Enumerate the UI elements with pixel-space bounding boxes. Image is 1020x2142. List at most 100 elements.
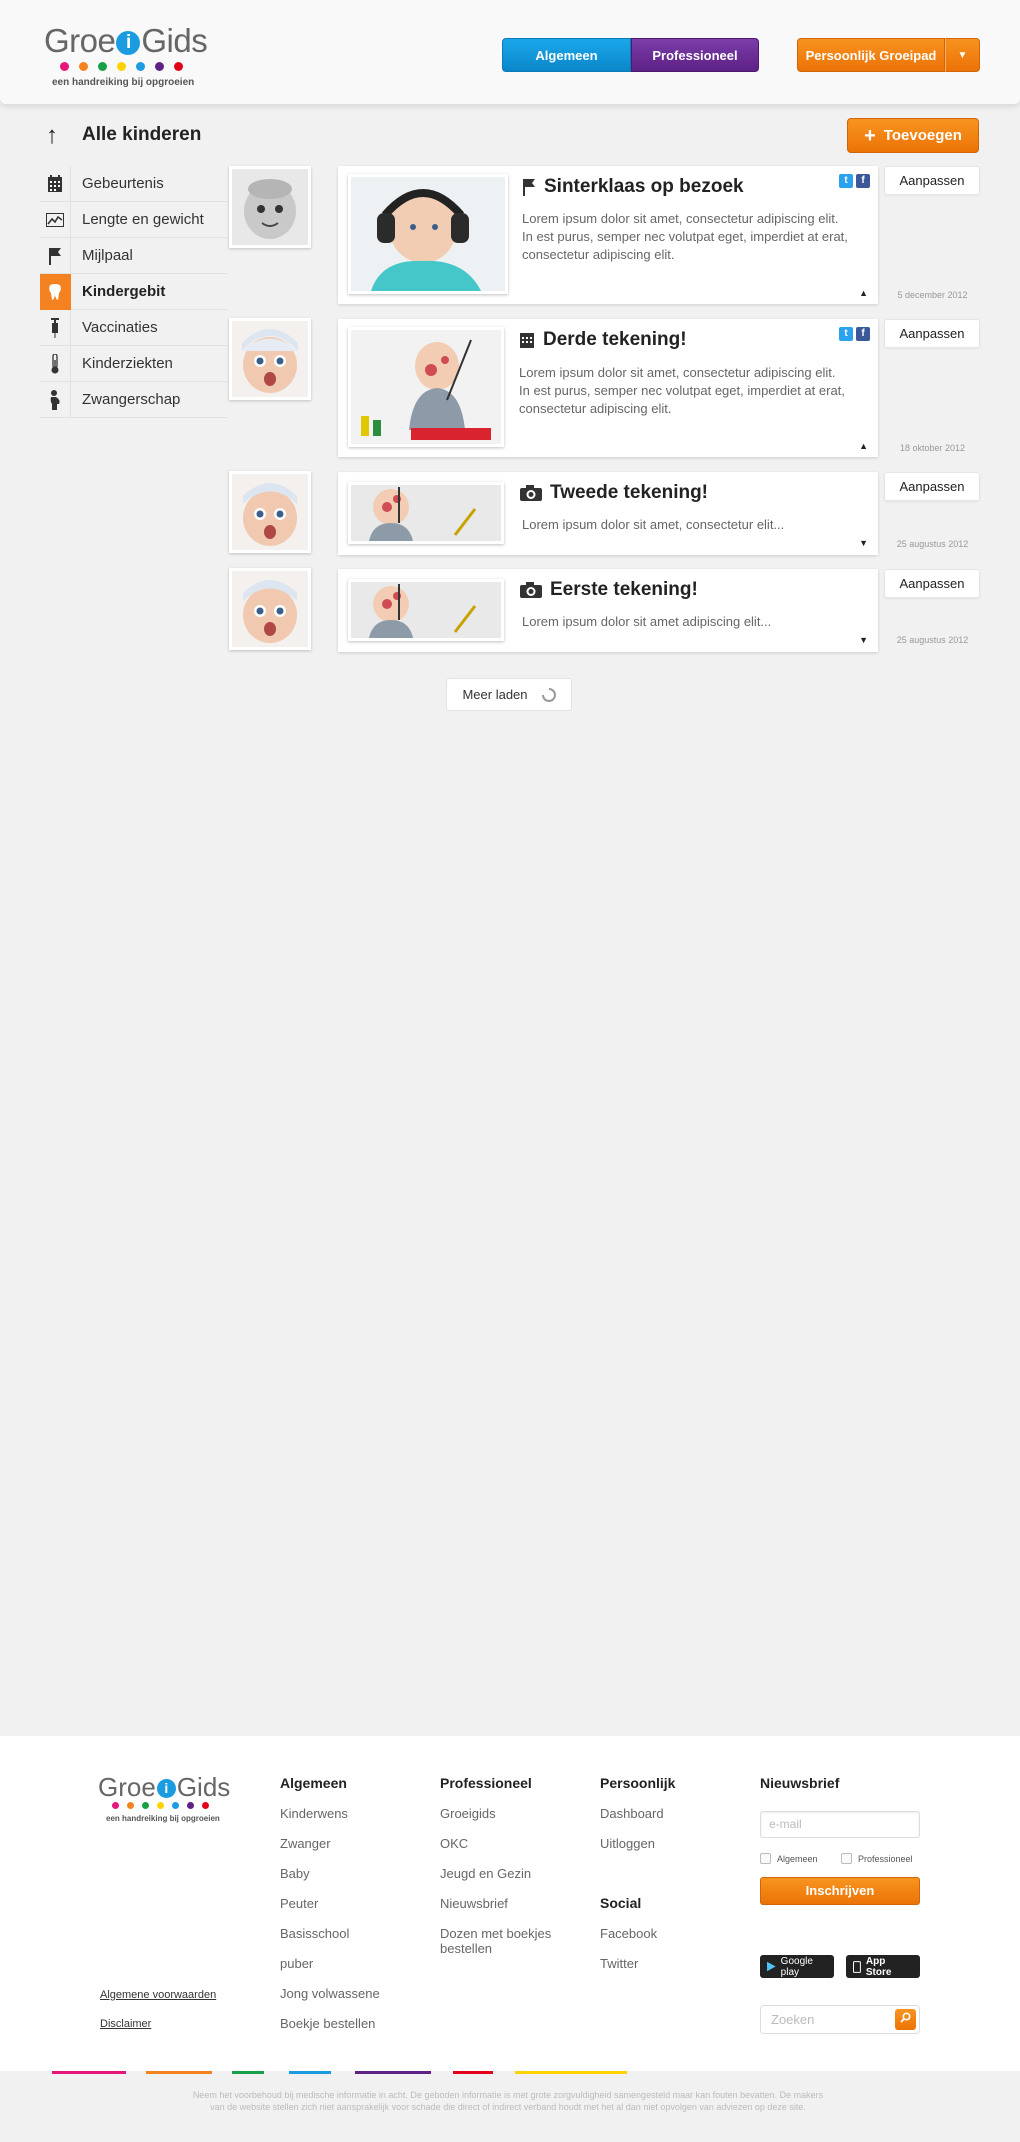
timeline-card[interactable]: Sinterklaas op bezoek t f Lorem ipsum do… [338,166,878,304]
photo-image [351,485,501,541]
edit-button[interactable]: Aanpassen [884,319,980,348]
footer-link[interactable]: Baby [280,1866,310,1881]
menu-item-kinderziekten[interactable]: Kinderziekten [40,345,228,382]
logo-dot [127,1802,134,1809]
card-description: Lorem ipsum dolor sit amet, consectetur … [522,517,785,532]
nav-algemeen-button[interactable]: Algemeen [502,38,631,72]
timeline-card[interactable]: Derde tekening! t f Lorem ipsum dolor si… [338,319,878,457]
terms-link[interactable]: Algemene voorwaarden [100,1989,216,2001]
logo-text-right: Gids [141,22,208,59]
footer-link[interactable]: Dozen met boekjes bestellen [440,1926,570,1956]
search-input[interactable]: Zoeken [771,2012,814,2027]
menu-item-vaccinaties[interactable]: Vaccinaties [40,309,228,346]
footer-link[interactable]: Nieuwsbrief [440,1896,508,1911]
timeline-card[interactable]: Tweede tekening! Lorem ipsum dolor sit a… [338,472,878,555]
edit-button[interactable]: Aanpassen [884,569,980,598]
footer-link[interactable]: Boekje bestellen [280,2016,375,2031]
load-more-button[interactable]: Meer laden [446,678,572,711]
expand-icon[interactable]: ▼ [859,635,868,645]
facebook-icon[interactable]: f [856,174,870,188]
child-avatar[interactable] [229,166,311,248]
disclaimer-link[interactable]: Disclaimer [100,2018,151,2030]
thermometer-icon [40,345,71,382]
subscribe-button[interactable]: Inschrijven [760,1877,920,1905]
footer-link[interactable]: OKC [440,1836,468,1851]
footer-link[interactable]: Kinderwens [280,1806,348,1821]
card-description: Lorem ipsum dolor sit amet, consectetur … [522,211,848,262]
child-photo [232,321,308,397]
footer-link[interactable]: Zwanger [280,1836,331,1851]
footer-link[interactable]: Jong volwassene [280,1986,380,2001]
entry-date: 25 augustus 2012 [896,635,969,645]
event-photo[interactable] [348,174,508,294]
logo[interactable]: Groe i Gids [44,22,208,60]
menu-item-label: Gebeurtenis [82,175,164,192]
checkbox-box[interactable] [760,1853,771,1864]
load-more-label: Meer laden [462,687,528,702]
expand-icon[interactable]: ▼ [859,538,868,548]
checkbox-algemeen[interactable]: Algemeen [760,1853,818,1864]
menu-item-zwangerschap[interactable]: Zwangerschap [40,381,228,418]
menu-item-kindergebit[interactable]: Kindergebit [40,273,228,310]
child-photo [232,169,308,245]
footer-link[interactable]: Facebook [600,1926,657,1941]
edit-button[interactable]: Aanpassen [884,472,980,501]
card-title-text: Eerste tekening! [550,579,698,600]
footer-link[interactable]: Dashboard [600,1806,664,1821]
menu-item-lengte-en-gewicht[interactable]: Lengte en gewicht [40,201,228,238]
footer-link[interactable]: Jeugd en Gezin [440,1866,531,1881]
calendar-icon [40,165,71,202]
share-buttons: t f [839,174,870,188]
footer-logo[interactable]: Groe i Gids [98,1772,230,1803]
event-photo[interactable] [348,482,504,544]
chart-icon [40,201,71,238]
footer-link[interactable]: Basisschool [280,1926,349,1941]
event-photo[interactable] [348,327,504,447]
email-field[interactable]: e-mail [760,1811,920,1838]
facebook-icon[interactable]: f [856,327,870,341]
footer-link[interactable]: Twitter [600,1956,638,1971]
checkbox-label: Professioneel [858,1853,913,1864]
app-store-badge[interactable]: App Store [846,1955,920,1978]
footer-link[interactable]: Peuter [280,1896,318,1911]
footer-link[interactable]: Groeigids [440,1806,496,1821]
logo-dot [172,1802,179,1809]
twitter-icon[interactable]: t [839,327,853,341]
menu-item-label: Kindergebit [82,283,166,300]
menu-item-label: Mijlpaal [82,247,133,264]
menu-item-gebeurtenis[interactable]: Gebeurtenis [40,165,228,202]
chevron-down-icon[interactable]: ▼ [945,38,980,72]
back-arrow-icon[interactable]: ↑ [46,122,58,150]
checkbox-professioneel[interactable]: Professioneel [841,1853,913,1864]
checkbox-box[interactable] [841,1853,852,1864]
collapse-icon[interactable]: ▲ [859,441,868,451]
add-button-label: Toevoegen [883,127,962,144]
flag-icon [523,179,535,196]
twitter-icon[interactable]: t [839,174,853,188]
child-avatar[interactable] [229,471,311,553]
calendar-icon [520,333,534,348]
card-title: Eerste tekening! [520,579,698,601]
search-icon[interactable] [895,2009,916,2030]
event-photo[interactable] [348,579,504,641]
child-avatar[interactable] [229,568,311,650]
color-stripe [232,2071,264,2074]
nav-professioneel-button[interactable]: Professioneel [631,38,759,72]
timeline-card[interactable]: Eerste tekening! Lorem ipsum dolor sit a… [338,569,878,652]
footer-link[interactable]: Uitloggen [600,1836,655,1851]
add-button[interactable]: + Toevoegen [847,118,979,153]
nav-persoonlijk-button[interactable]: Persoonlijk Groeipad [797,38,945,72]
google-play-badge[interactable]: Google play [760,1955,834,1978]
collapse-icon[interactable]: ▲ [859,288,868,298]
footer-search[interactable]: Zoeken [760,2005,920,2034]
color-stripe [453,2071,493,2074]
edit-button[interactable]: Aanpassen [884,166,980,195]
logo-i-badge: i [116,31,141,55]
child-avatar[interactable] [229,318,311,400]
plus-icon: + [864,124,876,147]
footer-link[interactable]: puber [280,1956,313,1971]
entry-date: 18 oktober 2012 [899,443,966,453]
camera-icon [520,582,542,598]
menu-item-mijlpaal[interactable]: Mijlpaal [40,237,228,274]
logo-dot [155,62,164,71]
